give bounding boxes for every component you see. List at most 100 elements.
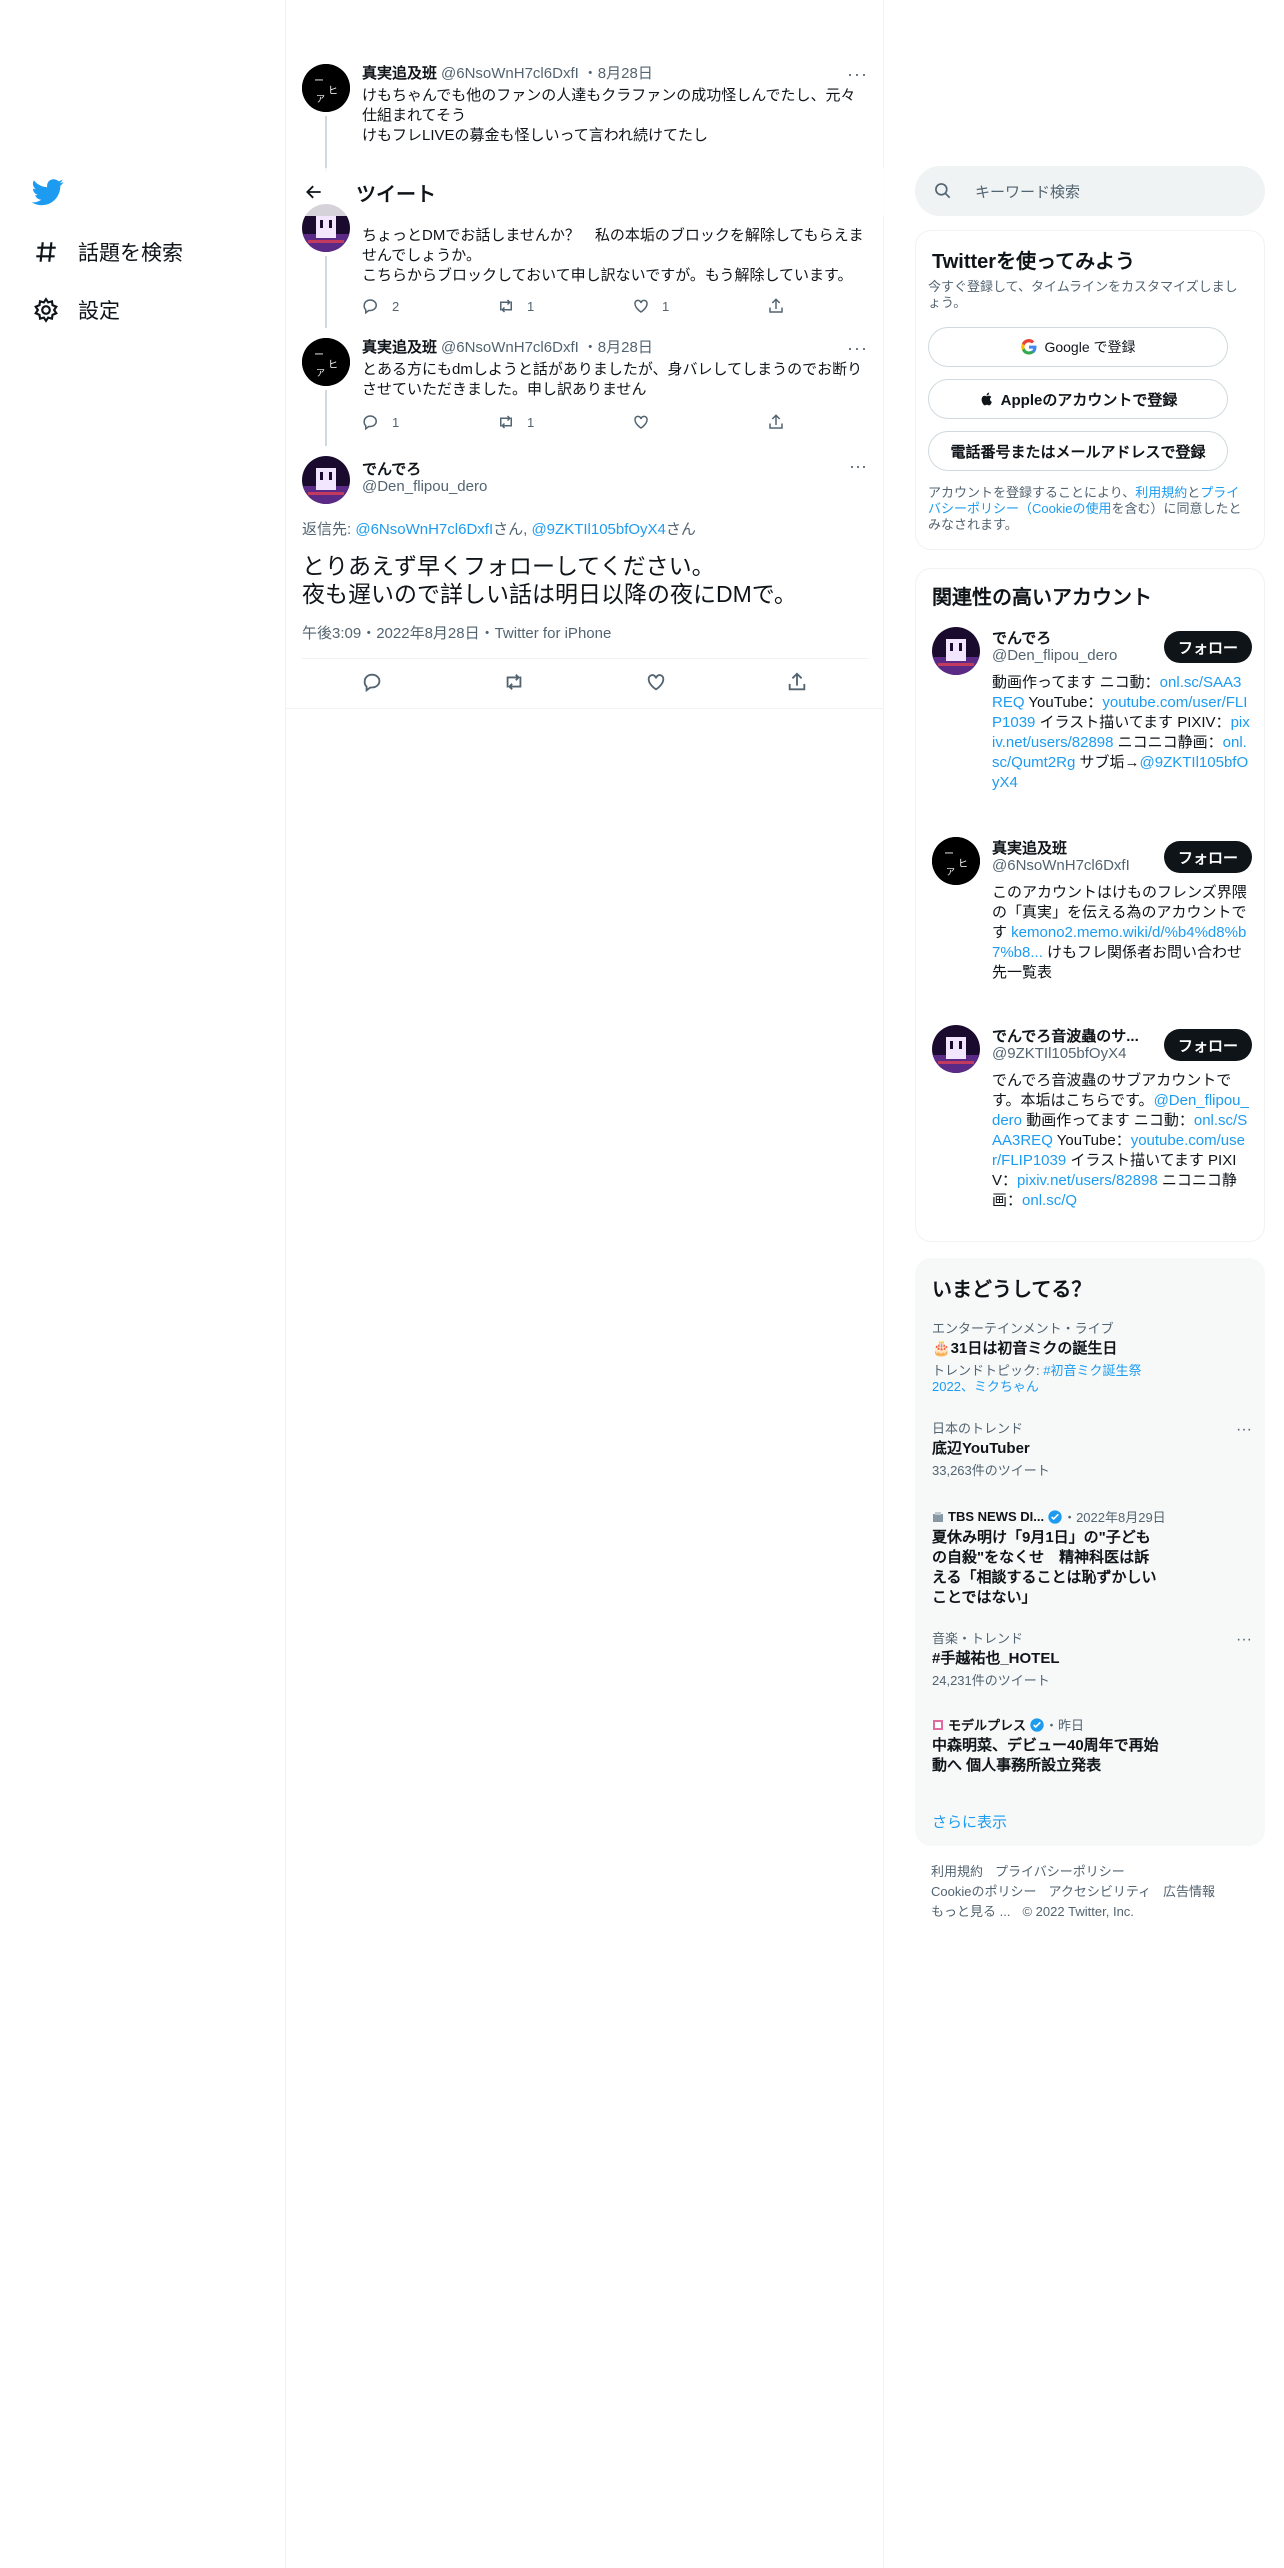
search-input[interactable]: キーワード検索 bbox=[915, 166, 1265, 216]
news-item[interactable]: モデルプレス ・昨日 中森明菜、デビュー40周年で再始動へ 個人事務所設立発表 bbox=[932, 1715, 1252, 1776]
reply-to-link-2[interactable]: @9ZKTIl105bfOyX4 bbox=[531, 521, 665, 538]
retweet-button[interactable]: 1 bbox=[497, 412, 587, 432]
retweet-count: 1 bbox=[527, 298, 535, 314]
account-handle[interactable]: @Den_flipou_dero bbox=[992, 647, 1117, 664]
focus-tweet-actions bbox=[302, 660, 868, 708]
focus-tweet-meta[interactable]: 午後3:09・2022年8月28日・Twitter for iPhone bbox=[302, 622, 611, 643]
author-handle[interactable]: @6NsoWnH7cl6DxfI bbox=[441, 64, 579, 84]
terms-text: と bbox=[1187, 485, 1201, 500]
svg-text:ヒ: ヒ bbox=[958, 858, 968, 870]
footer-more-link[interactable]: もっと見る ... bbox=[931, 1904, 1010, 1919]
avatar[interactable] bbox=[932, 627, 980, 675]
news-headline: 夏休み明け「9月1日」の"子どもの自殺"をなくせ 精神科医は訴える「相談すること… bbox=[932, 1529, 1157, 1606]
more-icon[interactable]: ··· bbox=[847, 338, 868, 358]
more-icon[interactable]: ··· bbox=[847, 64, 868, 84]
focus-avatar[interactable] bbox=[302, 456, 350, 504]
reply-icon[interactable] bbox=[362, 671, 384, 698]
author-handle[interactable]: @6NsoWnH7cl6DxfI bbox=[441, 338, 579, 358]
footer-privacy-link[interactable]: プライバシーポリシー bbox=[995, 1864, 1125, 1879]
avatar[interactable]: ーヒア bbox=[932, 837, 980, 885]
avatar[interactable]: ーヒア bbox=[302, 64, 350, 112]
svg-text:ー: ー bbox=[944, 849, 954, 860]
tweet-date[interactable]: 8月28日 bbox=[598, 64, 653, 84]
tweet-text: とある方にもdmしようと話がありましたが、身バレしてしまうのでお断りさせていただ… bbox=[362, 361, 863, 398]
tweet-body: ちょっとDMでお話しませんか？ 私の本垢のブロックを解除してもらえませんでしょう… bbox=[362, 224, 868, 286]
trend-tweet-count: 24,231件のツイート bbox=[932, 1673, 1050, 1688]
footer-accessibility-link[interactable]: アクセシビリティ bbox=[1048, 1884, 1151, 1899]
share-button[interactable] bbox=[767, 412, 787, 432]
follow-button[interactable]: フォロー bbox=[1164, 841, 1252, 873]
hashtag-icon bbox=[32, 238, 60, 266]
trend-item[interactable]: エンターテインメント・ライブ 🎂31日は初音ミクの誕生日 トレンドトピック: #… bbox=[932, 1321, 1252, 1395]
tweet-header: 真実追及班 @6NsoWnH7cl6DxfI ・ 8月28日 bbox=[362, 338, 868, 358]
more-icon[interactable]: ··· bbox=[849, 456, 867, 477]
more-icon[interactable]: ··· bbox=[1236, 1421, 1252, 1439]
footer-cookie-link[interactable]: Cookieのポリシー bbox=[931, 1884, 1036, 1899]
trend-meta: 音楽・トレンド bbox=[932, 1631, 1024, 1646]
gear-icon bbox=[32, 296, 60, 324]
bio-link[interactable]: pixiv.net/users/82898 bbox=[1017, 1172, 1158, 1189]
account-cell[interactable]: でんでろ @Den_flipou_dero フォロー 動画作ってます ニコ動：o… bbox=[932, 627, 1252, 817]
news-date: ・昨日 bbox=[1045, 1718, 1085, 1733]
trend-item[interactable]: 音楽・トレンド #手越祐也_HOTEL 24,231件のツイート ··· bbox=[932, 1631, 1252, 1689]
heart-icon[interactable] bbox=[645, 671, 667, 698]
author-name[interactable]: 真実追及班 bbox=[362, 64, 437, 84]
signup-subtitle: 今すぐ登録して、タイムラインをカスタマイズしましょう。 bbox=[928, 279, 1238, 310]
phone-email-signup-button[interactable]: 電話番号またはメールアドレスで登録 bbox=[928, 431, 1228, 471]
follow-button[interactable]: フォロー bbox=[1164, 631, 1252, 663]
nav-explore[interactable]: 話題を検索 bbox=[32, 232, 183, 272]
share-icon[interactable] bbox=[786, 671, 808, 698]
reply-to-separator: さん, bbox=[493, 521, 532, 538]
svg-text:ア: ア bbox=[316, 95, 325, 105]
back-arrow-icon[interactable] bbox=[302, 180, 326, 204]
like-button[interactable]: 1 bbox=[632, 296, 722, 316]
account-name[interactable]: でんでろ音波蟲のサ... bbox=[992, 1025, 1139, 1046]
retweet-icon bbox=[500, 415, 512, 429]
news-source-icon bbox=[933, 1511, 943, 1522]
account-cell[interactable]: でんでろ音波蟲のサ... @9ZKTIl105bfOyX4 フォロー でんでろ音… bbox=[932, 1025, 1252, 1235]
related-title: 関連性の高いアカウント bbox=[932, 587, 1152, 609]
show-more-link[interactable]: さらに表示 bbox=[932, 1811, 1007, 1832]
tweet-date[interactable]: 8月28日 bbox=[598, 338, 653, 358]
retweet-icon[interactable] bbox=[503, 671, 525, 698]
tweet-body: 真実追及班 @6NsoWnH7cl6DxfI ・ 8月28日 ··· けもちゃん… bbox=[362, 64, 868, 146]
retweet-button[interactable]: 1 bbox=[497, 296, 587, 316]
reply-to-line: 返信先: @6NsoWnH7cl6DxfIさん, @9ZKTIl105bfOyX… bbox=[302, 518, 696, 539]
more-icon[interactable]: ··· bbox=[1236, 1631, 1252, 1649]
share-button[interactable] bbox=[767, 296, 787, 316]
bio-link[interactable]: onl.sc/Q bbox=[1022, 1192, 1077, 1209]
account-handle[interactable]: @6NsoWnH7cl6DxfI bbox=[992, 857, 1130, 874]
footer-terms-link[interactable]: 利用規約 bbox=[931, 1864, 983, 1879]
focus-author-name[interactable]: でんでろ bbox=[362, 458, 421, 479]
footer-ads-link[interactable]: 広告情報 bbox=[1163, 1884, 1215, 1899]
tweet-actions: 1 1 bbox=[362, 412, 787, 432]
google-signup-label: Google で登録 bbox=[1044, 339, 1136, 355]
trend-tweet-count: 33,263件のツイート bbox=[932, 1463, 1050, 1478]
trend-item[interactable]: 日本のトレンド 底辺YouTuber 33,263件のツイート ··· bbox=[932, 1421, 1252, 1479]
thread-tweet[interactable]: ーヒア 真実追及班 @6NsoWnH7cl6DxfI ・ 8月28日 ··· け… bbox=[286, 62, 884, 172]
reply-button[interactable]: 2 bbox=[362, 296, 452, 316]
reply-to-link-1[interactable]: @6NsoWnH7cl6DxfI bbox=[355, 521, 493, 538]
twitter-bird-icon[interactable] bbox=[31, 176, 66, 210]
verified-badge-icon bbox=[1030, 1717, 1044, 1732]
author-name[interactable]: 真実追及班 bbox=[362, 338, 437, 358]
account-cell[interactable]: ーヒア 真実追及班 @6NsoWnH7cl6DxfI フォロー このアカウントは… bbox=[932, 837, 1252, 1017]
thread-tweet[interactable]: ーヒア 真実追及班 @6NsoWnH7cl6DxfI ・ 8月28日 ··· と… bbox=[286, 336, 884, 446]
apple-signup-button[interactable]: Appleのアカウントで登録 bbox=[928, 379, 1228, 419]
reply-button[interactable]: 1 bbox=[362, 412, 452, 432]
account-handle[interactable]: @9ZKTIl105bfOyX4 bbox=[992, 1045, 1126, 1062]
nav-settings[interactable]: 設定 bbox=[32, 290, 120, 330]
like-button[interactable] bbox=[632, 412, 722, 432]
svg-text:ヒ: ヒ bbox=[328, 359, 338, 371]
account-name[interactable]: 真実追及班 bbox=[992, 837, 1067, 858]
account-name[interactable]: でんでろ bbox=[992, 627, 1051, 648]
focus-author-handle[interactable]: @Den_flipou_dero bbox=[362, 478, 487, 495]
google-signup-button[interactable]: Google で登録 bbox=[928, 327, 1228, 367]
news-item[interactable]: TBS NEWS DI... ・2022年8月29日 夏休み明け「9月1日」の"… bbox=[932, 1507, 1252, 1608]
avatar[interactable]: ーヒア bbox=[302, 338, 350, 386]
follow-button[interactable]: フォロー bbox=[1164, 1029, 1252, 1061]
avatar[interactable] bbox=[932, 1025, 980, 1073]
terms-link[interactable]: 利用規約 bbox=[1135, 485, 1187, 500]
signup-title: Twitterを使ってみよう bbox=[932, 251, 1136, 273]
thread-line bbox=[325, 116, 327, 172]
